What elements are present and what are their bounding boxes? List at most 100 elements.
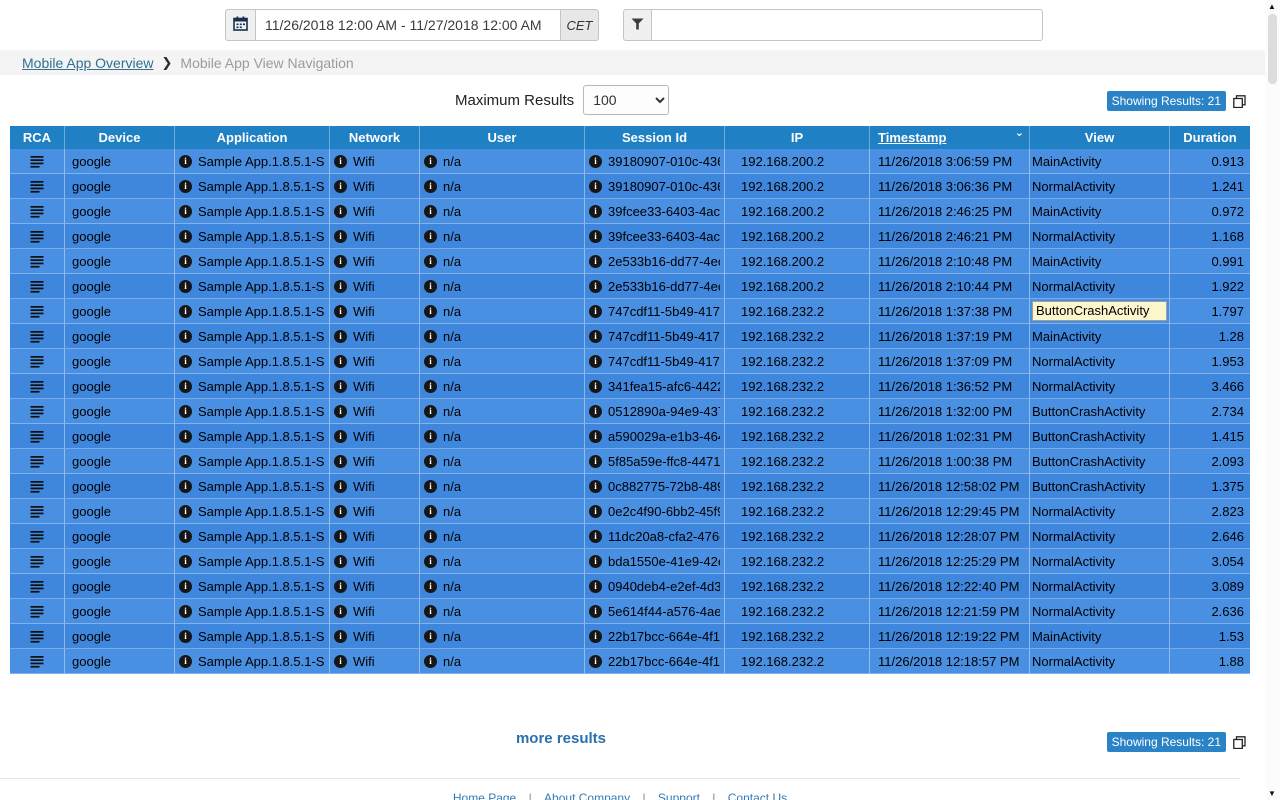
rca-cell[interactable] [10, 149, 65, 174]
network-info-icon[interactable]: i [334, 255, 347, 268]
rca-cell[interactable] [10, 399, 65, 424]
table-row[interactable]: google i Sample App.1.8.5.1-SN i Wifi i … [10, 224, 1250, 249]
filter-button[interactable] [623, 9, 651, 41]
user-info-icon[interactable]: i [424, 630, 437, 643]
user-info-icon[interactable]: i [424, 555, 437, 568]
search-filter-input[interactable] [651, 9, 1043, 41]
export-copy-icon[interactable] [1233, 95, 1246, 108]
rca-cell[interactable] [10, 199, 65, 224]
column-header-timestamp[interactable]: Timestamp ⌄ [870, 126, 1030, 149]
rca-cell[interactable] [10, 449, 65, 474]
network-info-icon[interactable]: i [334, 480, 347, 493]
user-info-icon[interactable]: i [424, 530, 437, 543]
rca-cell[interactable] [10, 649, 65, 674]
application-info-icon[interactable]: i [179, 255, 192, 268]
network-info-icon[interactable]: i [334, 405, 347, 418]
session-info-icon[interactable]: i [589, 280, 602, 293]
footer-link-support[interactable]: Support [658, 791, 700, 800]
rca-menu-icon[interactable] [30, 180, 44, 193]
session-info-icon[interactable]: i [589, 380, 602, 393]
session-info-icon[interactable]: i [589, 455, 602, 468]
network-info-icon[interactable]: i [334, 280, 347, 293]
table-row[interactable]: google i Sample App.1.8.5.1-SN i Wifi i … [10, 449, 1250, 474]
application-info-icon[interactable]: i [179, 180, 192, 193]
user-info-icon[interactable]: i [424, 655, 437, 668]
network-info-icon[interactable]: i [334, 530, 347, 543]
user-info-icon[interactable]: i [424, 480, 437, 493]
rca-menu-icon[interactable] [30, 655, 44, 668]
rca-menu-icon[interactable] [30, 330, 44, 343]
user-info-icon[interactable]: i [424, 455, 437, 468]
rca-cell[interactable] [10, 424, 65, 449]
application-info-icon[interactable]: i [179, 580, 192, 593]
network-info-icon[interactable]: i [334, 455, 347, 468]
footer-link-home-page[interactable]: Home Page [453, 791, 516, 800]
user-info-icon[interactable]: i [424, 330, 437, 343]
session-info-icon[interactable]: i [589, 505, 602, 518]
user-info-icon[interactable]: i [424, 255, 437, 268]
footer-link-about-company[interactable]: About Company [544, 791, 630, 800]
rca-cell[interactable] [10, 474, 65, 499]
application-info-icon[interactable]: i [179, 655, 192, 668]
rca-menu-icon[interactable] [30, 380, 44, 393]
application-info-icon[interactable]: i [179, 380, 192, 393]
user-info-icon[interactable]: i [424, 580, 437, 593]
table-row[interactable]: google i Sample App.1.8.5.1-SN i Wifi i … [10, 599, 1250, 624]
scroll-up-icon[interactable]: ▲ [1268, 2, 1276, 11]
application-info-icon[interactable]: i [179, 155, 192, 168]
user-info-icon[interactable]: i [424, 380, 437, 393]
network-info-icon[interactable]: i [334, 305, 347, 318]
application-info-icon[interactable]: i [179, 405, 192, 418]
rca-cell[interactable] [10, 524, 65, 549]
table-row[interactable]: google i Sample App.1.8.5.1-SN i Wifi i … [10, 349, 1250, 374]
user-info-icon[interactable]: i [424, 180, 437, 193]
session-info-icon[interactable]: i [589, 330, 602, 343]
user-info-icon[interactable]: i [424, 605, 437, 618]
network-info-icon[interactable]: i [334, 355, 347, 368]
rca-menu-icon[interactable] [30, 605, 44, 618]
application-info-icon[interactable]: i [179, 205, 192, 218]
rca-menu-icon[interactable] [30, 205, 44, 218]
network-info-icon[interactable]: i [334, 655, 347, 668]
rca-menu-icon[interactable] [30, 255, 44, 268]
application-info-icon[interactable]: i [179, 605, 192, 618]
table-row[interactable]: google i Sample App.1.8.5.1-SN i Wifi i … [10, 174, 1250, 199]
application-info-icon[interactable]: i [179, 480, 192, 493]
session-info-icon[interactable]: i [589, 430, 602, 443]
application-info-icon[interactable]: i [179, 280, 192, 293]
network-info-icon[interactable]: i [334, 155, 347, 168]
network-info-icon[interactable]: i [334, 180, 347, 193]
network-info-icon[interactable]: i [334, 330, 347, 343]
rca-cell[interactable] [10, 174, 65, 199]
table-row[interactable]: google i Sample App.1.8.5.1-SN i Wifi i … [10, 649, 1250, 674]
application-info-icon[interactable]: i [179, 430, 192, 443]
session-info-icon[interactable]: i [589, 630, 602, 643]
column-header-session-id[interactable]: Session Id [585, 126, 725, 149]
network-info-icon[interactable]: i [334, 380, 347, 393]
application-info-icon[interactable]: i [179, 505, 192, 518]
rca-menu-icon[interactable] [30, 455, 44, 468]
footer-link-contact-us[interactable]: Contact Us [728, 791, 787, 800]
rca-menu-icon[interactable] [30, 355, 44, 368]
max-results-select[interactable]: 100 [583, 85, 669, 115]
scrollbar-thumb[interactable] [1268, 14, 1277, 84]
user-info-icon[interactable]: i [424, 205, 437, 218]
rca-cell[interactable] [10, 249, 65, 274]
session-info-icon[interactable]: i [589, 230, 602, 243]
session-info-icon[interactable]: i [589, 405, 602, 418]
rca-menu-icon[interactable] [30, 230, 44, 243]
rca-menu-icon[interactable] [30, 530, 44, 543]
session-info-icon[interactable]: i [589, 255, 602, 268]
session-info-icon[interactable]: i [589, 530, 602, 543]
export-copy-icon-bottom[interactable] [1233, 736, 1246, 749]
rca-menu-icon[interactable] [30, 580, 44, 593]
rca-cell[interactable] [10, 299, 65, 324]
table-row[interactable]: google i Sample App.1.8.5.1-SN i Wifi i … [10, 374, 1250, 399]
session-info-icon[interactable]: i [589, 480, 602, 493]
session-info-icon[interactable]: i [589, 580, 602, 593]
rca-cell[interactable] [10, 549, 65, 574]
user-info-icon[interactable]: i [424, 280, 437, 293]
user-info-icon[interactable]: i [424, 405, 437, 418]
rca-cell[interactable] [10, 499, 65, 524]
application-info-icon[interactable]: i [179, 455, 192, 468]
